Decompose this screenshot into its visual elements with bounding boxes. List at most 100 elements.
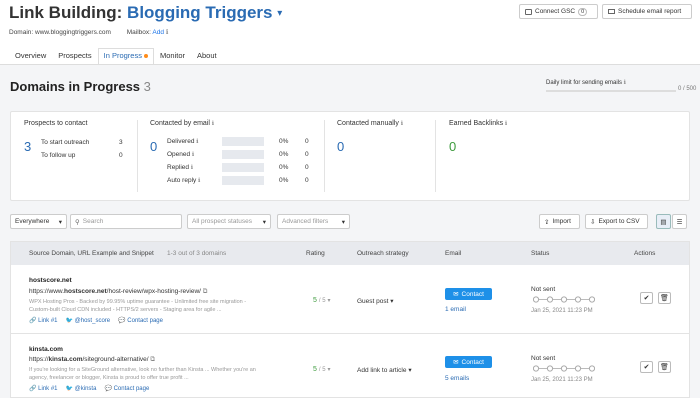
url-prefix: https://www. [29,288,65,295]
info-icon[interactable]: ℹ [624,80,626,86]
replied-label: Replied ℹ [167,164,193,171]
view-toggle-table[interactable]: ▤ [656,214,671,229]
envelope-icon: ✉ [453,291,459,298]
url-domain: hostscore.net [64,288,107,295]
search-input[interactable]: ⚲ Search [70,214,182,229]
info-icon[interactable]: ℹ [166,29,168,36]
row-domain: kinsta.com [29,346,63,353]
mark-done-button[interactable]: ✔ [640,361,653,373]
chevron-down-icon[interactable]: ▾ [327,367,330,373]
to-follow-up-label: To follow up [41,152,75,159]
contact-page-link[interactable]: 💬 Contact page [118,317,163,324]
tab-overview[interactable]: Overview [9,48,52,65]
table-row: hostscore.net https://www.hostscore.net/… [11,266,689,334]
delivered-label: Delivered ℹ [167,138,199,145]
outreach-strategy-select[interactable]: Add link to article ▾ [357,366,412,374]
tab-label: Overview [15,51,47,60]
mark-done-button[interactable]: ✔ [640,292,653,304]
row-url[interactable]: https://kinsta.com/siteground-alternativ… [29,356,155,364]
connect-gsc-button[interactable]: Connect GSC 0 [519,4,598,19]
chevron-down-icon[interactable]: ▾ [277,8,282,19]
import-button[interactable]: ⇪ Import [539,214,580,229]
chevron-down-icon: ▾ [390,298,394,305]
info-icon[interactable]: ℹ [196,139,198,145]
status-text: Not sent [531,355,556,362]
check-icon: ✔ [643,364,650,371]
replied-count[interactable]: 0 [305,164,309,171]
status-value: All prospect statuses [192,218,252,225]
twitter-link[interactable]: 🐦 @host_score [66,317,111,324]
contact-label: Contact [461,358,484,366]
to-start-text: To start outreach [41,139,90,146]
project-selector[interactable]: Blogging Triggers ▾ [127,3,282,22]
chevron-down-icon[interactable]: ▾ [327,298,330,304]
backlinks-total: 0 [449,139,457,154]
import-label: Import [552,218,571,225]
region-select[interactable]: Everywhere ▾ [10,214,67,229]
export-csv-button[interactable]: ⇩ Export to CSV [585,214,648,229]
column-rating[interactable]: Rating [306,250,325,257]
column-status: Status [531,250,550,257]
url-domain: kinsta.com [48,356,83,363]
project-info: Domain: www.bloggingtriggers.com Mailbox… [9,28,168,36]
prospect-status-select[interactable]: All prospect statuses ▾ [187,214,271,229]
contact-button[interactable]: ✉ Contact [445,356,492,368]
url-path: /host-review/wpx-hosting-review/ [106,288,201,295]
domains-table: Source Domain, URL Example and Snippet 1… [10,241,690,398]
to-follow-up-value[interactable]: 0 [119,152,123,159]
email-title-text: Contacted by email [150,120,210,127]
info-icon[interactable]: ℹ [505,121,507,127]
schedule-email-report-button[interactable]: Schedule email report [602,4,692,19]
link-button[interactable]: 🔗 Link #1 [29,385,58,392]
info-icon[interactable]: ℹ [212,121,214,127]
replied-text: Replied [167,164,190,171]
url-prefix: https:// [29,356,49,363]
contact-page-link[interactable]: 💬 Contact page [104,385,149,392]
row-url[interactable]: https://www.hostscore.net/host-review/wp… [29,288,207,296]
outreach-strategy-select[interactable]: Guest post ▾ [357,297,394,305]
snippet-line: WPX Hosting Pros - Backed by 99.95% upti… [29,299,247,305]
tab-monitor[interactable]: Monitor [154,48,191,65]
domain-value: www.bloggingtriggers.com [35,29,111,36]
export-icon: ⇩ [590,218,596,226]
view-toggle-list[interactable]: ☰ [672,214,687,229]
status-progress [533,296,595,303]
daily-limit-value: 0 / 500 [678,86,697,92]
project-name[interactable]: Blogging Triggers [127,3,272,22]
tab-prospects[interactable]: Prospects [52,48,97,65]
contact-button[interactable]: ✉ Contact [445,288,492,300]
opened-count[interactable]: 0 [305,151,309,158]
external-link-icon[interactable]: ⧉ [150,356,155,363]
tab-about[interactable]: About [191,48,223,65]
row-snippet: If you're looking for a SiteGround alter… [29,366,289,382]
delivered-count[interactable]: 0 [305,138,309,145]
manual-title: Contacted manually ℹ [337,120,403,127]
advanced-filters-select[interactable]: Advanced filters ▾ [277,214,350,229]
column-email: Email [445,250,462,257]
rating-value: 5 [313,297,317,304]
search-icon: ⚲ [75,218,80,226]
email-count-link[interactable]: 1 email [445,306,466,313]
table-view-icon: ▤ [660,218,667,226]
tab-in-progress[interactable]: In Progress [97,48,154,65]
column-source: Source Domain, URL Example and Snippet [29,250,154,257]
delete-button[interactable]: 🗑 [658,292,671,304]
info-icon[interactable]: ℹ [198,178,200,184]
to-start-value[interactable]: 3 [119,139,123,146]
auto-reply-count[interactable]: 0 [305,177,309,184]
auto-reply-percent: 0% [279,177,289,184]
daily-limit-bar [546,90,676,92]
link-button[interactable]: 🔗 Link #1 [29,317,58,324]
trash-icon: 🗑 [660,364,669,371]
external-link-icon[interactable]: ⧉ [203,288,208,295]
mailbox-add-link[interactable]: Add [152,29,164,36]
domain-label: Domain: [9,29,34,36]
info-icon[interactable]: ℹ [191,165,193,171]
manual-total: 0 [337,139,345,154]
import-icon: ⇪ [544,218,550,226]
delete-button[interactable]: 🗑 [658,361,671,373]
info-icon[interactable]: ℹ [401,121,403,127]
email-count-link[interactable]: 5 emails [445,375,469,382]
info-icon[interactable]: ℹ [192,152,194,158]
twitter-link[interactable]: 🐦 @kinsta [66,385,97,392]
